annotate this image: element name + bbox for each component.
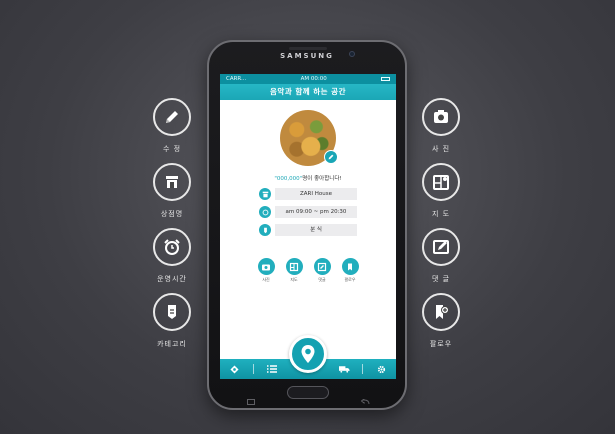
nav-divider <box>362 364 364 374</box>
feature-label: 수 정 <box>162 145 182 153</box>
compass-icon <box>230 364 239 374</box>
feature-label: 상점명 <box>160 210 184 218</box>
feature-label: 사 진 <box>431 145 451 153</box>
camera-icon <box>422 98 460 136</box>
battery-icon <box>381 77 390 81</box>
feature-store-name: 상점명 <box>137 163 207 219</box>
alarm-clock-icon <box>153 228 191 266</box>
edit-profile-button[interactable] <box>324 150 338 164</box>
hours-field[interactable]: am 09:00 ~ pm 20:30 <box>275 206 357 218</box>
feature-label: 댓 글 <box>431 275 451 283</box>
feature-edit: 수 정 <box>137 98 207 154</box>
comment-edit-icon <box>313 258 331 275</box>
shop-icon <box>153 163 191 201</box>
likes-count: "000,000" <box>274 176 303 182</box>
store-name-field[interactable]: ZARI House <box>275 188 357 200</box>
phone-speaker <box>289 47 327 50</box>
shop-icon <box>259 188 271 200</box>
feature-comment: 댓 글 <box>406 228 476 284</box>
feature-category: 카테고리 <box>137 293 207 349</box>
app-screen: CARR... AM 00:00 음악과 함께 하는 공간 "000,000"명… <box>220 74 396 379</box>
map-icon <box>285 258 303 275</box>
nav-list-button[interactable] <box>261 359 283 379</box>
status-carrier: CARR... <box>226 76 247 82</box>
status-time: AM 00:00 <box>300 76 327 82</box>
feature-hours: 운영시간 <box>137 228 207 284</box>
home-button[interactable] <box>287 386 329 399</box>
action-label: 댓글 <box>318 277 326 282</box>
follow-bookmark-icon <box>422 293 460 331</box>
store-name-row: ZARI House <box>259 188 357 200</box>
alarm-clock-icon <box>259 206 271 218</box>
gear-icon <box>377 365 386 373</box>
nav-compass-button[interactable] <box>224 359 246 379</box>
photo-action-button[interactable]: 사진 <box>256 258 276 283</box>
map-pin-icon <box>301 345 315 363</box>
nav-divider <box>252 364 254 374</box>
smartphone-mockup: SAMSUNG CARR... AM 00:00 음악과 함께 하는 공간 "0… <box>207 40 407 410</box>
status-bar: CARR... AM 00:00 <box>220 74 396 84</box>
category-field[interactable]: 분 식 <box>275 224 357 236</box>
pencil-icon <box>328 154 334 160</box>
back-key[interactable] <box>360 390 370 405</box>
likes-text: "000,000"명이 좋아합니다! <box>220 174 396 182</box>
map-action-button[interactable]: 지도 <box>284 258 304 283</box>
feature-label: 팔로우 <box>429 340 453 348</box>
recent-apps-key[interactable] <box>247 390 255 405</box>
comment-edit-icon <box>422 228 460 266</box>
action-buttons: 사진 지도 댓글 팔로우 <box>220 258 396 283</box>
action-label: 팔로우 <box>344 277 356 282</box>
hours-row: am 09:00 ~ pm 20:30 <box>259 206 357 218</box>
follow-action-button[interactable]: 팔로우 <box>340 258 360 283</box>
feature-label: 카테고리 <box>157 340 187 348</box>
feature-map: 지 도 <box>406 163 476 219</box>
app-title: 음악과 함께 하는 공간 <box>220 84 396 100</box>
feature-label: 운영시간 <box>157 275 187 283</box>
category-row: 분 식 <box>259 224 357 236</box>
pencil-icon <box>153 98 191 136</box>
category-tag-icon <box>259 224 271 236</box>
profile-image <box>280 110 338 166</box>
action-label: 사진 <box>262 277 270 282</box>
follow-bookmark-icon <box>341 258 359 275</box>
nav-delivery-button[interactable] <box>333 359 355 379</box>
camera-icon <box>257 258 275 275</box>
list-icon <box>266 365 277 373</box>
feature-follow: 팔로우 <box>406 293 476 349</box>
location-fab-button[interactable] <box>289 335 327 373</box>
truck-icon <box>338 366 350 373</box>
category-tag-icon <box>153 293 191 331</box>
nav-settings-button[interactable] <box>370 359 392 379</box>
comment-action-button[interactable]: 댓글 <box>312 258 332 283</box>
feature-label: 지 도 <box>431 210 451 218</box>
action-label: 지도 <box>290 277 298 282</box>
likes-label: 명이 좋아합니다! <box>302 176 342 182</box>
phone-brand: SAMSUNG <box>280 52 334 60</box>
map-icon <box>422 163 460 201</box>
feature-photo: 사 진 <box>406 98 476 154</box>
